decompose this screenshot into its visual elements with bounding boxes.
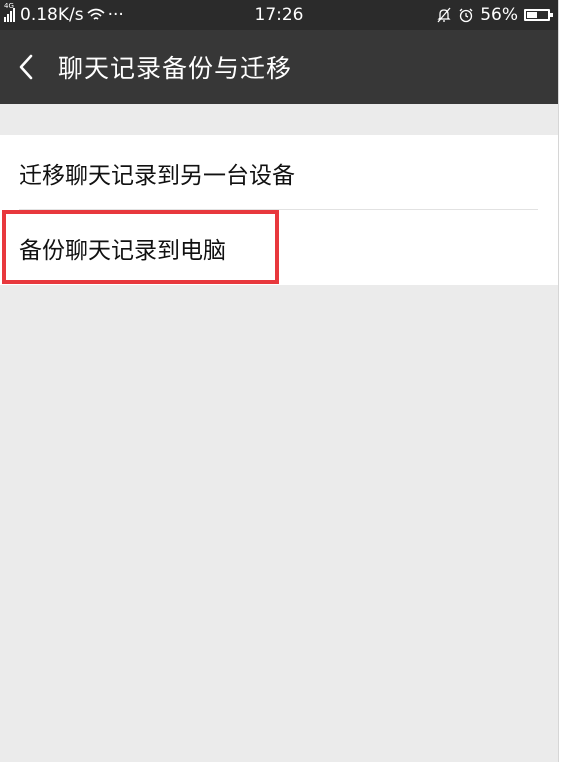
list-item-label: 迁移聊天记录到另一台设备 — [19, 162, 295, 189]
battery-icon — [524, 9, 553, 21]
list-item-migrate-to-device[interactable]: 迁移聊天记录到另一台设备 — [0, 135, 558, 210]
page-title: 聊天记录备份与迁移 — [58, 54, 293, 83]
right-edge-border — [558, 0, 562, 762]
alarm-clock-icon — [458, 7, 474, 23]
options-list: 迁移聊天记录到另一台设备 备份聊天记录到电脑 — [0, 135, 558, 285]
status-right: 56% — [436, 0, 553, 30]
list-item-backup-to-computer[interactable]: 备份聊天记录到电脑 — [0, 210, 558, 285]
battery-percent: 56% — [480, 5, 518, 25]
chevron-left-icon — [19, 54, 33, 80]
app-screen: 4G 0.18K/s ··· 17:26 56% 聊天记录备份与迁移 迁移聊天记… — [0, 0, 558, 762]
silent-bell-icon — [436, 7, 452, 23]
navigation-header: 聊天记录备份与迁移 — [0, 30, 558, 104]
status-bar: 4G 0.18K/s ··· 17:26 56% — [0, 0, 558, 30]
list-item-label: 备份聊天记录到电脑 — [19, 237, 226, 264]
battery-fill — [527, 12, 537, 18]
back-button[interactable] — [0, 30, 54, 104]
